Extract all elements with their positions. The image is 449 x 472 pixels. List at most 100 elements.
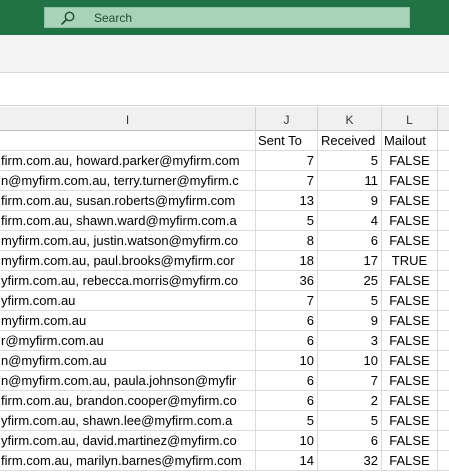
cell-mailout[interactable]: FALSE [382,291,438,311]
cell-sent-to[interactable]: 18 [256,251,318,271]
cell-received[interactable]: 5 [318,291,382,311]
cell-mailout[interactable]: FALSE [382,411,438,431]
cell-sent-to[interactable]: 8 [256,231,318,251]
cell-mailout[interactable]: FALSE [382,151,438,171]
cell-m[interactable] [438,211,449,231]
cell-recipients[interactable]: firm.com.au, shawn.ward@myfirm.com.a [0,211,256,231]
cell-received[interactable]: 10 [318,351,382,371]
cell-mailout[interactable]: FALSE [382,371,438,391]
cell-sent-to[interactable]: 6 [256,311,318,331]
cell-sent-to[interactable]: 14 [256,451,318,471]
table-row: myfirm.com.au, paul.brooks@myfirm.cor 18 1… [0,251,449,271]
cell-recipients[interactable]: firm.com.au, howard.parker@myfirm.com [0,151,256,171]
cell-mailout[interactable]: FALSE [382,351,438,371]
cell-mailout[interactable]: FALSE [382,331,438,351]
cell-received[interactable]: 5 [318,411,382,431]
cell-i-header[interactable] [0,131,256,151]
cell-sent-to[interactable]: 6 [256,331,318,351]
cell-received[interactable]: 11 [318,171,382,191]
table-row: firm.com.au, susan.roberts@myfirm.com 13 9… [0,191,449,211]
cell-m[interactable] [438,171,449,191]
cell-received[interactable]: 6 [318,431,382,451]
column-header-l[interactable]: L [382,107,438,131]
cell-recipients[interactable]: yfirm.com.au, rebecca.morris@myfirm.co [0,271,256,291]
cell-sent-to[interactable]: 13 [256,191,318,211]
cell-received[interactable]: 7 [318,371,382,391]
cell-received-header[interactable]: Received [318,131,382,151]
column-header-k[interactable]: K [318,107,382,131]
cell-sent-to[interactable]: 7 [256,171,318,191]
cell-received[interactable]: 25 [318,271,382,291]
column-header-j[interactable]: J [256,107,318,131]
search-box[interactable]: Search [44,7,410,28]
cell-sent-to[interactable]: 10 [256,431,318,451]
column-header-i[interactable]: I [0,107,256,131]
cell-mailout-header[interactable]: Mailout [382,131,438,151]
cell-mailout[interactable]: FALSE [382,211,438,231]
cell-recipients[interactable]: yfirm.com.au [0,291,256,311]
cell-recipients[interactable]: myfirm.com.au, justin.watson@myfirm.co [0,231,256,251]
cell-sent-to-header[interactable]: Sent To [256,131,318,151]
cell-m[interactable] [438,131,449,151]
cell-m[interactable] [438,151,449,171]
cell-sent-to[interactable]: 5 [256,411,318,431]
cell-recipients[interactable]: n@myfirm.com.au [0,351,256,371]
cell-recipients[interactable]: myfirm.com.au, paul.brooks@myfirm.cor [0,251,256,271]
table-row: firm.com.au, shawn.ward@myfirm.com.a 5 4 FA… [0,211,449,231]
cell-received[interactable]: 5 [318,151,382,171]
cell-mailout[interactable]: FALSE [382,271,438,291]
cell-mailout[interactable]: FALSE [382,231,438,251]
cell-m[interactable] [438,271,449,291]
cell-recipients[interactable]: myfirm.com.au [0,311,256,331]
cell-sent-to[interactable]: 7 [256,151,318,171]
cell-mailout[interactable]: FALSE [382,431,438,451]
cell-sent-to[interactable]: 6 [256,371,318,391]
table-row: yfirm.com.au, david.martinez@myfirm.co 10… [0,431,449,451]
table-row: n@myfirm.com.au 10 10 FALSE [0,351,449,371]
cell-recipients[interactable]: n@myfirm.com.au, terry.turner@myfirm.c [0,171,256,191]
cell-m[interactable] [438,311,449,331]
cell-received[interactable]: 17 [318,251,382,271]
cell-sent-to[interactable]: 36 [256,271,318,291]
cell-mailout[interactable]: FALSE [382,311,438,331]
cell-received[interactable]: 9 [318,191,382,211]
cell-sent-to[interactable]: 6 [256,391,318,411]
cell-sent-to[interactable]: 7 [256,291,318,311]
cell-mailout[interactable]: FALSE [382,391,438,411]
cell-m[interactable] [438,291,449,311]
cell-mailout[interactable]: FALSE [382,171,438,191]
cell-recipients[interactable]: firm.com.au, susan.roberts@myfirm.com [0,191,256,211]
ribbon [0,35,449,72]
cell-received[interactable]: 4 [318,211,382,231]
cell-recipients[interactable]: n@myfirm.com.au, paula.johnson@myfir [0,371,256,391]
cell-mailout[interactable]: TRUE [382,251,438,271]
cell-recipients[interactable]: yfirm.com.au, david.martinez@myfirm.co [0,431,256,451]
cell-recipients[interactable]: r@myfirm.com.au [0,331,256,351]
cell-received[interactable]: 9 [318,311,382,331]
cell-mailout[interactable]: FALSE [382,451,438,471]
cell-recipients[interactable]: firm.com.au, brandon.cooper@myfirm.co [0,391,256,411]
cell-m[interactable] [438,251,449,271]
cell-m[interactable] [438,331,449,351]
table-row: firm.com.au, brandon.cooper@myfirm.co 6 2 F… [0,391,449,411]
cell-received[interactable]: 6 [318,231,382,251]
cell-mailout[interactable]: FALSE [382,191,438,211]
cell-m[interactable] [438,371,449,391]
cell-m[interactable] [438,451,449,471]
column-headers: I J K L [0,107,449,131]
cell-received[interactable]: 2 [318,391,382,411]
cell-m[interactable] [438,391,449,411]
cell-received[interactable]: 3 [318,331,382,351]
cell-recipients[interactable]: firm.com.au, marilyn.barnes@myfirm.com [0,451,256,471]
cell-sent-to[interactable]: 10 [256,351,318,371]
cell-m[interactable] [438,351,449,371]
cell-m[interactable] [438,411,449,431]
spreadsheet-grid: I J K L Sent To Received Mailout firm.co… [0,107,449,472]
cell-m[interactable] [438,191,449,211]
cell-sent-to[interactable]: 5 [256,211,318,231]
table-row: myfirm.com.au 6 9 FALSE [0,311,449,331]
cell-received[interactable]: 32 [318,451,382,471]
cell-m[interactable] [438,431,449,451]
cell-m[interactable] [438,231,449,251]
cell-recipients[interactable]: yfirm.com.au, shawn.lee@myfirm.com.a [0,411,256,431]
